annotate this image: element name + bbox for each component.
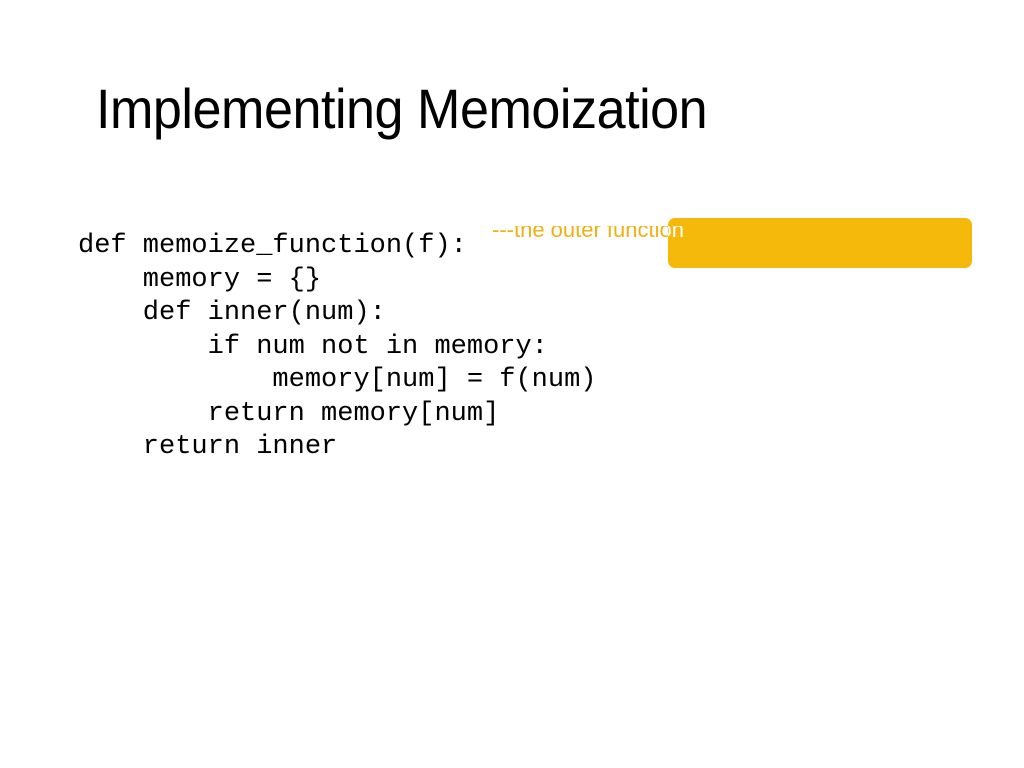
- code-line: return memory[num]: [78, 398, 500, 429]
- code-line: return inner: [78, 432, 338, 462]
- code-line: if num not in memory:: [78, 331, 548, 362]
- annotation-label-knockout: ---the outer function: [668, 226, 684, 242]
- code-line: memory[num] = f(num): [78, 365, 597, 395]
- code-line: def inner(num):: [78, 298, 386, 328]
- page-title: Implementing Memoization: [96, 77, 708, 140]
- slide-canvas: Implementing Memoization def memoize_fun…: [0, 0, 1024, 768]
- code-line: memory = {}: [78, 264, 322, 295]
- annotation-outer-function-knockout: ---the outer function: [668, 226, 792, 245]
- code-block: def memoize_function(f): memory = {} def…: [78, 230, 596, 465]
- annotation-label: ---the outer function: [492, 226, 684, 242]
